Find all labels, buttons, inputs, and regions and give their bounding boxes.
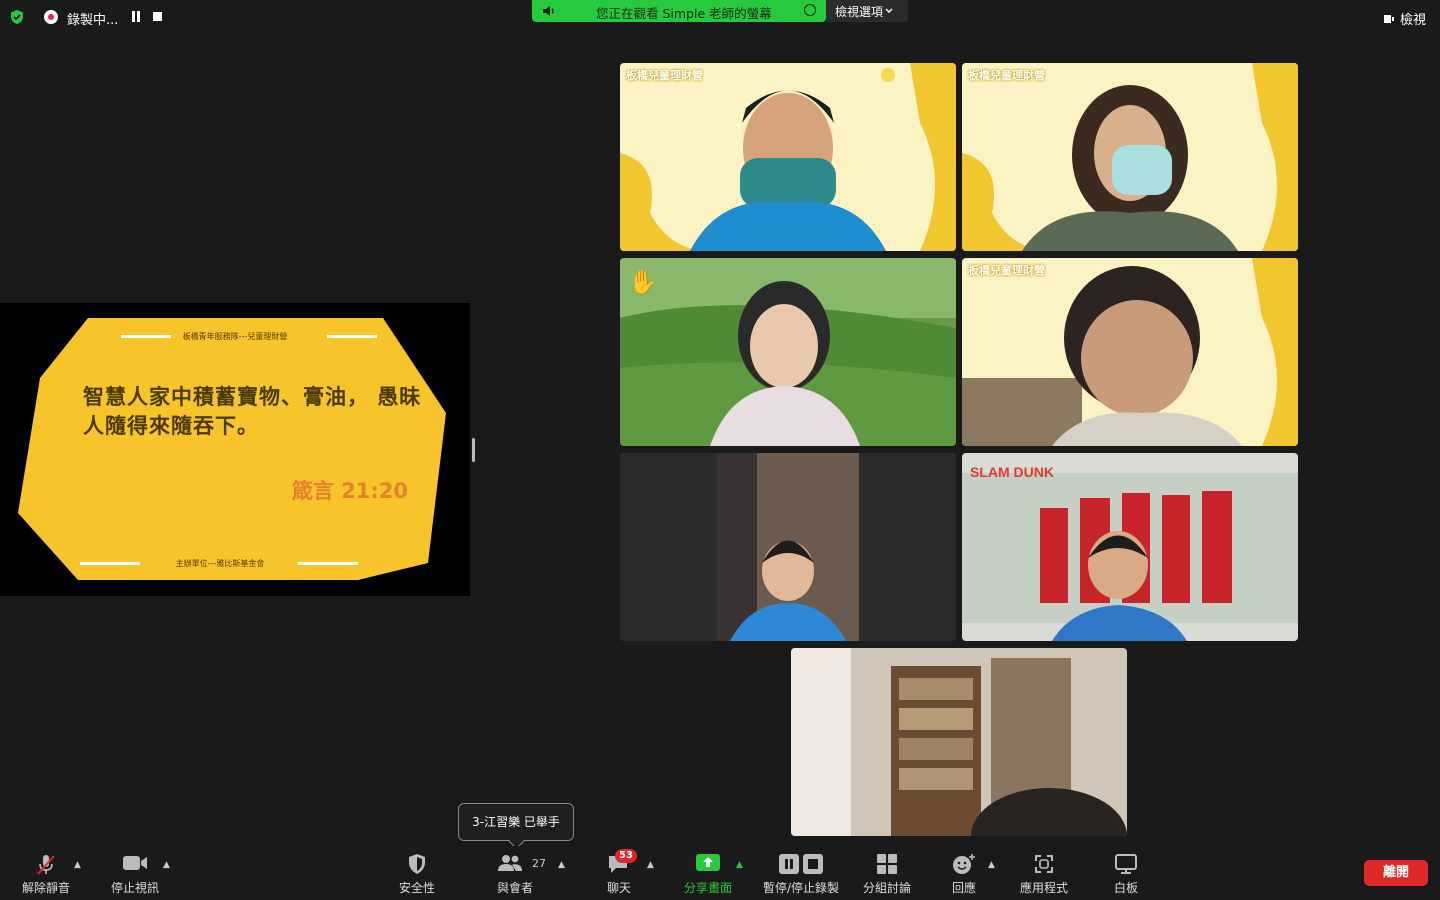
participants-label: 與會者: [496, 881, 533, 895]
participant-video: [791, 648, 1127, 836]
shield-icon: [409, 854, 425, 874]
raised-hand-tooltip: 3-江習樂 已舉手: [458, 803, 574, 841]
view-label: 檢視: [1399, 13, 1426, 28]
participants-icon: [497, 855, 522, 871]
chevron-down-icon: [885, 8, 893, 13]
security-button[interactable]: 安全性: [390, 846, 444, 900]
pause-stop-recording-label: 暫停/停止錄製: [762, 881, 840, 895]
unmute-button[interactable]: 解除靜音: [10, 846, 82, 900]
whiteboard-label: 白板: [1113, 881, 1138, 895]
share-banner-text: 您正在觀看 Simple 老師的螢幕: [596, 6, 772, 21]
audio-options-chevron-icon[interactable]: ▲: [74, 860, 81, 870]
participants-button[interactable]: 27 與會者: [488, 846, 546, 900]
participants-count: 27: [532, 857, 546, 870]
speaker-icon[interactable]: [542, 5, 556, 17]
view-options-dropdown[interactable]: 檢視選項: [826, 0, 908, 22]
reactions-button[interactable]: 回應: [940, 846, 988, 900]
video-tile[interactable]: [791, 648, 1127, 836]
share-screen-button[interactable]: 分享畫面: [678, 846, 738, 900]
whiteboard-icon: [1115, 854, 1137, 874]
slide-footer: 主辦單位---雅比斯基金會: [175, 559, 265, 568]
chat-button[interactable]: 53 聊天: [592, 846, 646, 900]
stop-video-button[interactable]: 停止視訊: [100, 846, 170, 900]
whiteboard-button[interactable]: 白板: [1100, 846, 1152, 900]
video-tile[interactable]: 板橋兒童理財營: [962, 258, 1298, 446]
status-dot-icon: [804, 4, 816, 16]
video-options-chevron-icon[interactable]: ▲: [163, 860, 170, 870]
security-label: 安全性: [398, 881, 435, 895]
screen-share-banner: 您正在觀看 Simple 老師的螢幕: [532, 0, 826, 22]
unmute-label: 解除靜音: [21, 881, 70, 895]
tile-caption: 板橋兒童理財營: [968, 69, 1045, 82]
split-view-handle[interactable]: [472, 438, 475, 462]
breakout-rooms-button[interactable]: 分組討論: [858, 846, 916, 900]
leave-meeting-button[interactable]: 離開: [1364, 860, 1428, 886]
shared-screen-slide: 板橋青年服務隊---兒童理財營 智慧人家中積蓄寶物、膏油， 愚昧人隨得來隨吞下。…: [0, 303, 470, 596]
security-shield-icon[interactable]: [9, 9, 25, 25]
share-screen-icon: [696, 854, 720, 871]
pause-stop-recording-icon: [779, 854, 823, 874]
video-camera-icon: [123, 856, 147, 870]
breakout-rooms-icon: [877, 854, 897, 874]
apps-icon: [1035, 855, 1053, 873]
reactions-options-chevron-icon[interactable]: ▲: [988, 860, 995, 870]
participant-video: SLAM DUNK: [962, 453, 1298, 641]
meeting-toolbar: 解除靜音 ▲ 停止視訊 ▲ 安全性 27 與會者 ▲ 53 聊天 ▲ 分享畫面 …: [0, 846, 1440, 900]
apps-button[interactable]: 應用程式: [1012, 846, 1076, 900]
participant-video: [620, 258, 956, 446]
participant-video: [962, 258, 1298, 446]
view-button[interactable]: 檢視: [1383, 9, 1426, 28]
view-icon: [1383, 14, 1394, 23]
participant-video: [962, 63, 1298, 251]
raised-hand-icon: ✋: [628, 268, 658, 296]
video-tile[interactable]: ✋: [620, 258, 956, 446]
svg-text:SLAM DUNK: SLAM DUNK: [970, 464, 1054, 480]
stop-video-label: 停止視訊: [110, 881, 159, 895]
recording-label: 錄製中...: [67, 13, 119, 28]
pause-stop-recording-button[interactable]: 暫停/停止錄製: [758, 846, 844, 900]
breakout-rooms-label: 分組討論: [862, 881, 911, 895]
slide-verse: 智慧人家中積蓄寶物、膏油， 愚昧人隨得來隨吞下。: [83, 385, 422, 438]
tile-caption: 板橋兒童理財營: [968, 264, 1045, 277]
stop-recording-button[interactable]: [153, 12, 162, 21]
chat-unread-badge: 53: [615, 849, 637, 863]
recording-icon: [44, 10, 58, 24]
video-tile[interactable]: [620, 453, 956, 641]
participants-options-chevron-icon[interactable]: ▲: [558, 860, 565, 870]
tile-caption: 板橋兒童理財營: [626, 69, 703, 82]
chat-options-chevron-icon[interactable]: ▲: [647, 860, 654, 870]
slide-header: 板橋青年服務隊---兒童理財營: [182, 332, 288, 341]
pause-recording-button[interactable]: [131, 11, 141, 22]
share-screen-label: 分享畫面: [683, 881, 732, 895]
slide-octagon-shape: [18, 318, 446, 580]
participant-video: [620, 453, 956, 641]
share-options-chevron-icon[interactable]: ▲: [736, 860, 743, 870]
muted-microphone-icon: [37, 855, 55, 875]
apps-label: 應用程式: [1019, 881, 1068, 895]
chat-label: 聊天: [606, 881, 631, 895]
slide-verse-reference: 箴言 21:20: [291, 479, 408, 503]
reaction-smiley-icon: [953, 854, 975, 874]
video-tile[interactable]: 板橋兒童理財營: [620, 63, 956, 251]
reactions-label: 回應: [951, 881, 976, 895]
video-tile[interactable]: SLAM DUNK: [962, 453, 1298, 641]
top-bar: 錄製中... 您正在觀看 Simple 老師的螢幕 檢視選項 檢視: [0, 0, 1440, 34]
video-tile-active-speaker[interactable]: 板橋兒童理財營: [962, 63, 1298, 251]
participant-video: [620, 63, 956, 251]
view-options-label: 檢視選項: [835, 5, 884, 19]
